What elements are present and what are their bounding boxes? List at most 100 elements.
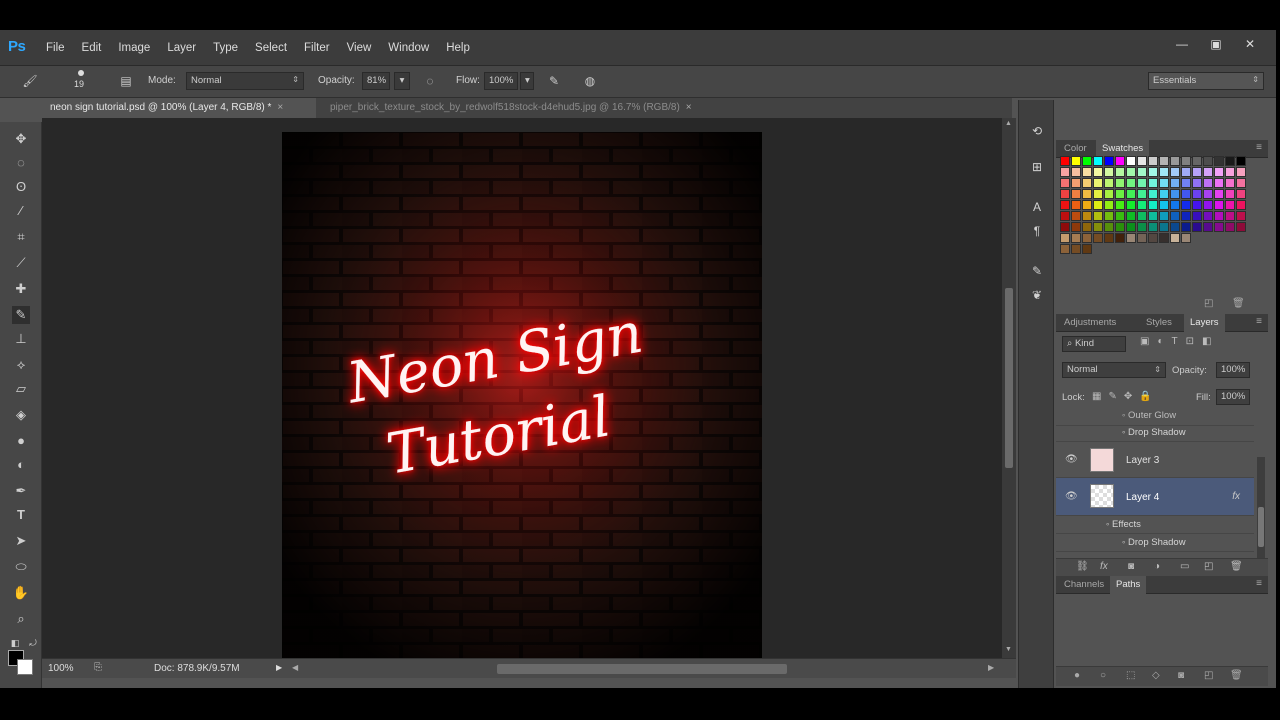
scroll-down-icon[interactable]: ▼ [1005,646,1012,653]
properties-panel-icon[interactable]: ⊞ [1028,158,1046,176]
adjustment-layer-icon[interactable]: ◑ [1154,561,1160,572]
color-swatch[interactable] [1225,178,1235,188]
history-brush-tool-icon[interactable]: ⟡ [12,356,30,374]
color-swatch[interactable] [1170,189,1180,199]
color-swatch[interactable] [1192,167,1202,177]
color-swatch[interactable] [1126,233,1136,243]
delete-layer-icon[interactable]: 🗑 [1230,561,1243,572]
color-swatch[interactable] [1214,189,1224,199]
color-swatch[interactable] [1148,211,1158,221]
color-swatch[interactable] [1170,233,1180,243]
layer-effect-row[interactable]: ◦ Drop Shadow [1056,534,1254,552]
color-swatch[interactable] [1148,178,1158,188]
color-swatch[interactable] [1181,211,1191,221]
minimize-button[interactable]: — [1174,37,1190,51]
color-swatch[interactable] [1137,200,1147,210]
close-button[interactable]: ✕ [1242,37,1258,51]
zoom-tool-icon[interactable]: ⌕ [12,610,30,628]
color-swatch[interactable] [1214,156,1224,166]
color-swatch[interactable] [1093,200,1103,210]
panel-menu-icon[interactable]: ≡ [1256,316,1262,327]
vertical-scrollbar[interactable]: ▲ ▼ [1002,118,1016,658]
color-swatch[interactable] [1082,233,1092,243]
color-swatch[interactable] [1192,189,1202,199]
color-swatch[interactable] [1214,178,1224,188]
color-swatch[interactable] [1236,200,1246,210]
color-swatch[interactable] [1104,178,1114,188]
paint-bucket-tool-icon[interactable]: ◈ [12,406,30,424]
color-swatch[interactable] [1082,156,1092,166]
color-swatch[interactable] [1214,211,1224,221]
new-group-icon[interactable]: ▭ [1180,561,1189,572]
color-swatch[interactable] [1159,233,1169,243]
color-swatch[interactable] [1071,233,1081,243]
color-swatch[interactable] [1148,233,1158,243]
quick-selection-tool-icon[interactable]: ⁄ [12,202,30,220]
color-swatch[interactable] [1137,178,1147,188]
zoom-level[interactable]: 100% [48,663,74,674]
scroll-left-icon[interactable]: ◀ [292,663,298,672]
color-swatch[interactable] [1115,200,1125,210]
color-swatch[interactable] [1104,167,1114,177]
color-swatch[interactable] [1104,189,1114,199]
dodge-tool-icon[interactable]: ◐ [12,456,30,474]
color-swatch[interactable] [1082,189,1092,199]
brush-panel-icon[interactable]: ❦ [1028,286,1046,304]
move-tool-icon[interactable]: ✥ [12,130,30,148]
color-swatch[interactable] [1060,178,1070,188]
brush-tool-preset-icon[interactable]: 🖌 [20,72,40,90]
document-canvas[interactable]: Neon Sign Tutorial [282,132,762,658]
make-work-path-icon[interactable]: ◇ [1152,670,1160,681]
layer-row-layer3[interactable]: 👁 Layer 3 [1056,442,1254,478]
menu-help[interactable]: Help [446,42,470,54]
flow-input[interactable]: 100% [484,72,518,90]
color-swatch[interactable] [1225,211,1235,221]
color-swatch[interactable] [1060,233,1070,243]
color-swatch[interactable] [1203,178,1213,188]
color-swatch[interactable] [1148,200,1158,210]
layer-filter-icons[interactable]: ▣◐T⊡◧ [1140,336,1219,347]
color-swatch[interactable] [1060,244,1070,254]
color-swatch[interactable] [1082,178,1092,188]
color-swatch[interactable] [1060,167,1070,177]
color-swatch[interactable] [1181,156,1191,166]
color-swatch[interactable] [1236,222,1246,232]
layer-effects-group[interactable]: ◦ Effects [1056,516,1254,534]
layer-fx-badge[interactable]: fx [1232,491,1240,502]
color-swatch[interactable] [1170,222,1180,232]
color-swatch[interactable] [1148,222,1158,232]
workspace-select[interactable]: Essentials ⇕ [1148,72,1264,90]
color-swatch[interactable] [1225,189,1235,199]
color-swatch[interactable] [1126,156,1136,166]
color-swatch[interactable] [1170,178,1180,188]
tab-styles[interactable]: Styles [1140,317,1178,328]
new-swatch-icon[interactable]: ◰ [1204,298,1213,309]
tab-paths[interactable]: Paths [1110,576,1147,594]
clone-stamp-tool-icon[interactable]: ⊥ [12,330,30,348]
opacity-input[interactable]: 81% [362,72,390,90]
delete-path-icon[interactable]: 🗑 [1230,670,1243,681]
color-swatch[interactable] [1060,200,1070,210]
color-swatch[interactable] [1126,178,1136,188]
spot-healing-tool-icon[interactable]: ✚ [12,280,30,298]
ellipse-tool-icon[interactable]: ⬭ [12,558,30,576]
color-swatch[interactable] [1137,189,1147,199]
color-swatch[interactable] [1159,189,1169,199]
color-swatch[interactable] [1225,200,1235,210]
new-path-icon[interactable]: ◰ [1204,670,1213,681]
color-swatch[interactable] [1181,167,1191,177]
horizontal-scroll-thumb[interactable] [497,664,787,674]
close-icon[interactable]: × [277,102,283,113]
menu-edit[interactable]: Edit [82,42,102,54]
color-swatch[interactable] [1181,233,1191,243]
color-swatch[interactable] [1203,189,1213,199]
menu-filter[interactable]: Filter [304,42,330,54]
close-icon[interactable]: × [686,102,692,113]
tab-adjustments[interactable]: Adjustments [1058,317,1122,328]
menu-type[interactable]: Type [213,42,238,54]
hand-tool-icon[interactable]: ✋ [12,584,30,602]
delete-swatch-icon[interactable]: 🗑 [1232,298,1245,309]
color-swatch[interactable] [1159,222,1169,232]
opacity-dropdown-icon[interactable]: ▾ [394,72,410,90]
eye-icon[interactable]: 👁 [1065,491,1078,502]
